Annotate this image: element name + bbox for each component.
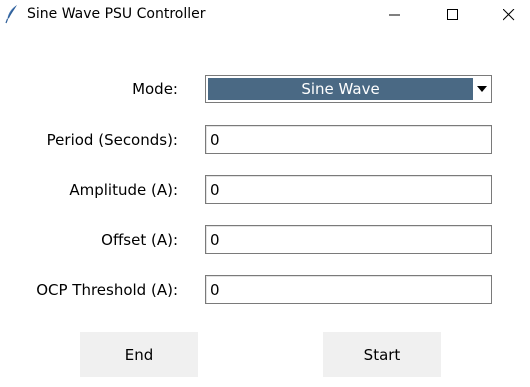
minimize-button[interactable] <box>372 0 418 30</box>
title-bar: Sine Wave PSU Controller <box>0 0 530 30</box>
feather-icon <box>5 5 17 24</box>
ocp-threshold-label: OCP Threshold (A): <box>36 281 178 299</box>
period-input[interactable] <box>205 125 492 154</box>
mode-dropdown-button[interactable] <box>474 78 490 100</box>
amplitude-label: Amplitude (A): <box>69 181 178 199</box>
period-label: Period (Seconds): <box>46 131 178 149</box>
amplitude-input[interactable] <box>205 175 492 204</box>
close-button[interactable] <box>486 0 530 30</box>
minimize-icon <box>389 14 400 16</box>
ocp-threshold-input[interactable] <box>205 275 492 304</box>
close-icon <box>503 9 515 21</box>
window-title: Sine Wave PSU Controller <box>27 6 206 22</box>
dropdown-arrow-icon <box>477 86 487 92</box>
mode-select[interactable]: Sine Wave <box>205 75 492 103</box>
start-button[interactable]: Start <box>323 332 441 377</box>
mode-selected-value: Sine Wave <box>208 78 473 100</box>
maximize-button[interactable] <box>430 0 476 30</box>
offset-input[interactable] <box>205 225 492 254</box>
mode-label: Mode: <box>132 80 178 98</box>
offset-label: Offset (A): <box>101 231 178 249</box>
maximize-icon <box>447 9 458 20</box>
end-button[interactable]: End <box>80 332 198 377</box>
